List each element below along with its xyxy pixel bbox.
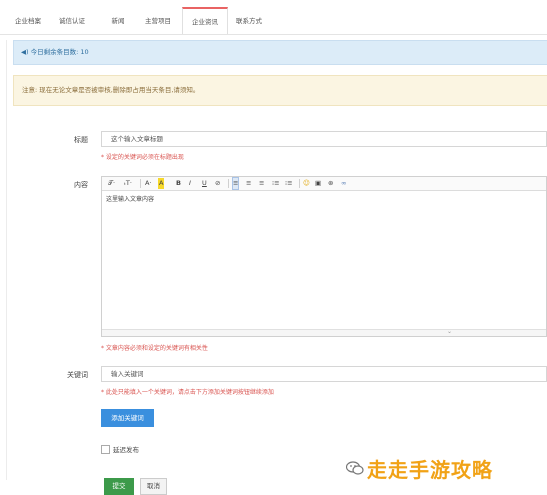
underline-icon[interactable]: U [202, 178, 207, 189]
highlight-icon[interactable]: A [158, 178, 165, 189]
editor-content[interactable]: 这里输入文章内容 [106, 194, 154, 203]
title-input-value: 这个输入文章标题 [111, 135, 163, 143]
delay-publish-label: 延迟发布 [113, 446, 139, 454]
tab-bar: 企业档案 诚信认证 新闻 主营项目 企业资讯 联系方式 [0, 7, 547, 35]
notice-bar: 注意: 现在无论文章是否被审核,删除即占用当天条目,请须知。 [13, 75, 547, 106]
cancel-button[interactable]: 取消 [140, 478, 167, 495]
font-color-icon[interactable]: A· [145, 178, 152, 189]
watermark: 走走手游攻略 [344, 448, 547, 493]
clear-format-icon[interactable]: ⊘ [215, 178, 220, 189]
toolbar-divider [228, 179, 229, 188]
resize-handle-icon: ⌄ [447, 328, 453, 335]
keyword-input-value: 输入关键词 [111, 370, 144, 378]
tab-integrity-certification[interactable]: 诚信认证 [52, 8, 92, 34]
add-keyword-button[interactable]: 添加关键词 [101, 409, 154, 427]
title-hint: * 设定的关键词必须在标题出现 [101, 154, 184, 161]
media-icon[interactable]: ⊛ [328, 178, 333, 189]
remaining-items-bar: ◀) 今日剩余条目数: 10 [13, 40, 547, 65]
ordered-list-icon[interactable]: ⁝≡ [272, 178, 280, 189]
tab-company-news[interactable]: 企业资讯 [182, 7, 228, 34]
editor-resize-handle[interactable]: ⌄ [102, 328, 546, 336]
tab-contact[interactable]: 联系方式 [229, 8, 269, 34]
image-icon[interactable]: ▣ [315, 178, 321, 189]
title-label: 标题 [74, 136, 88, 144]
submit-button[interactable]: 提交 [104, 478, 134, 495]
keyword-hint: * 此处只能填入一个关键词，请点击下方添加关键词按钮继续添加 [101, 389, 274, 396]
unordered-list-icon[interactable]: ⁝≡ [285, 178, 293, 189]
notice-text: 注意: 现在无论文章是否被审核,删除即占用当天条目,请须知。 [22, 86, 200, 94]
content-label: 内容 [74, 181, 88, 189]
editor-toolbar: 𝒯· ₜT· A· A B I U ⊘ ≡ ≡ ≡ ⁝≡ ⁝≡ ☺ ▣ ⊛ ∞ [102, 177, 546, 191]
remaining-items-text: ◀) 今日剩余条目数: 10 [21, 48, 89, 56]
tab-news[interactable]: 新闻 [100, 8, 136, 34]
bold-icon[interactable]: B [176, 178, 181, 189]
tab-company-profile[interactable]: 企业档案 [8, 8, 48, 34]
link-icon[interactable]: ∞ [341, 178, 346, 189]
keyword-label: 关键词 [67, 371, 88, 379]
align-right-icon[interactable]: ≡ [259, 178, 264, 189]
align-center-icon[interactable]: ≡ [246, 178, 251, 189]
left-border [6, 40, 7, 480]
delay-publish-checkbox[interactable] [101, 445, 110, 454]
title-input[interactable]: 这个输入文章标题 [101, 131, 547, 147]
toolbar-divider [140, 179, 141, 188]
font-family-icon[interactable]: 𝒯· [108, 178, 115, 189]
emoji-icon[interactable]: ☺ [303, 178, 310, 189]
keyword-input[interactable]: 输入关键词 [101, 366, 547, 382]
toolbar-divider [299, 179, 300, 188]
content-editor[interactable]: 𝒯· ₜT· A· A B I U ⊘ ≡ ≡ ≡ ⁝≡ ⁝≡ ☺ ▣ ⊛ ∞ … [101, 176, 547, 337]
watermark-text: 走走手游攻略 [367, 458, 493, 482]
font-size-icon[interactable]: ₜT· [124, 178, 132, 189]
align-left-icon[interactable]: ≡ [232, 177, 240, 190]
content-hint: * 文章内容必须和设定的关键词有相关性 [101, 345, 208, 352]
italic-icon[interactable]: I [189, 178, 191, 189]
wechat-logo-icon [346, 461, 364, 475]
tab-main-projects[interactable]: 主营项目 [138, 8, 178, 34]
